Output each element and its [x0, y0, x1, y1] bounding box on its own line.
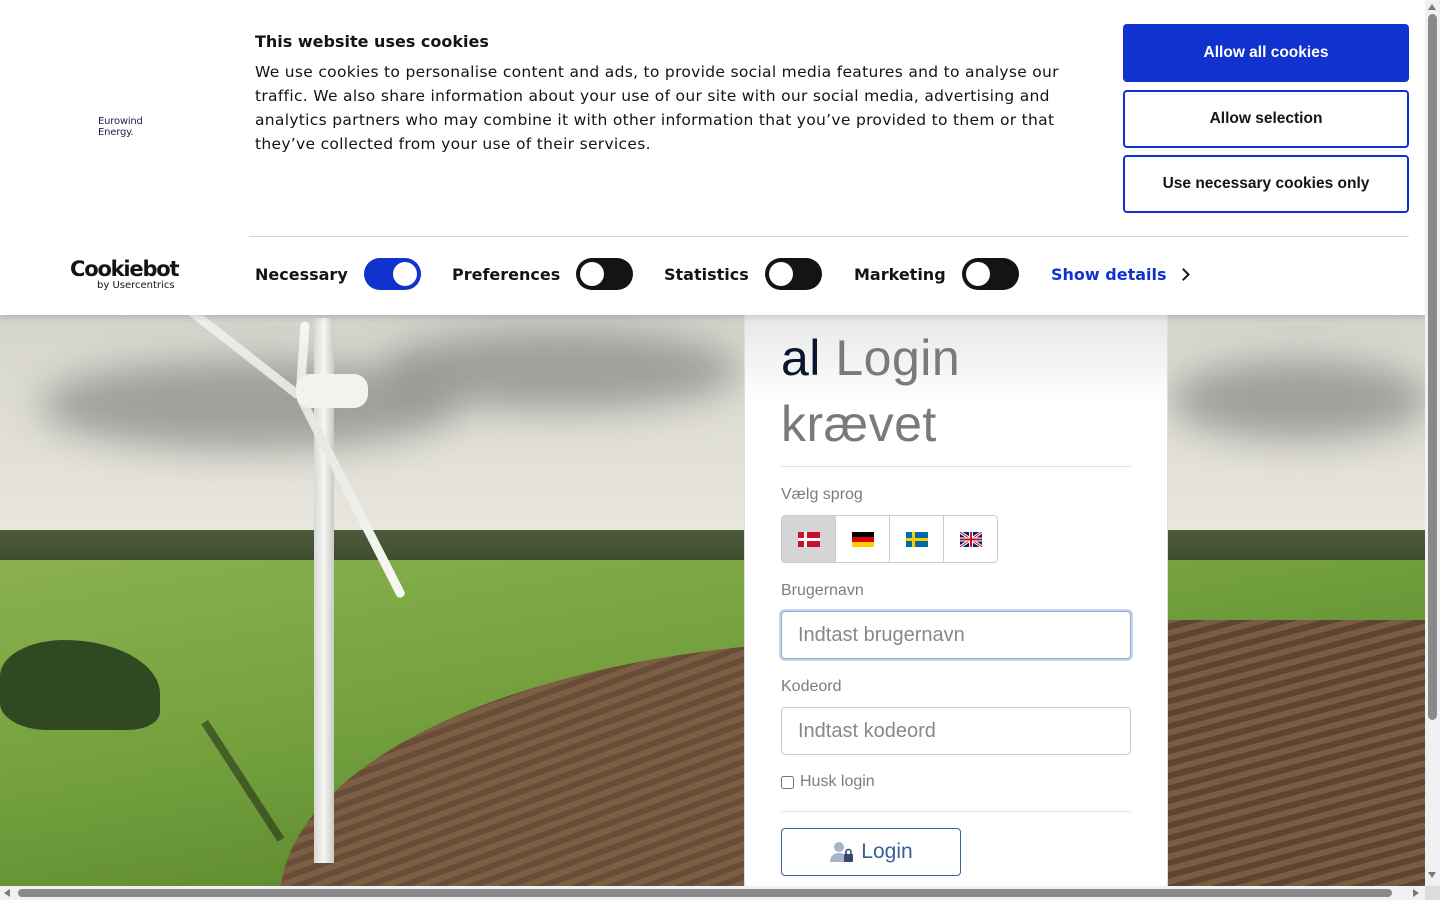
- eurowind-logo: Eurowind Energy.: [98, 116, 143, 138]
- title-rest: Login: [835, 330, 961, 386]
- language-label: Vælg sprog: [781, 486, 863, 503]
- cookiebot-subtitle: by Usercentrics: [97, 280, 175, 291]
- language-sv[interactable]: [890, 516, 944, 562]
- vertical-scrollbar[interactable]: [1425, 0, 1440, 886]
- toggle-label: Necessary: [255, 264, 348, 284]
- cloud: [1170, 360, 1425, 440]
- toggle-label: Marketing: [854, 264, 946, 284]
- toggle-marketing[interactable]: Marketing: [854, 258, 1019, 290]
- title-rest: krævet: [781, 396, 937, 452]
- brand-line: Eurowind: [98, 116, 143, 127]
- toggle-statistics[interactable]: Statistics: [664, 258, 822, 290]
- language-da[interactable]: [782, 516, 836, 562]
- cookie-banner: Eurowind Energy. This website uses cooki…: [0, 0, 1425, 315]
- divider: [781, 811, 1131, 812]
- uk-flag-icon: [959, 531, 982, 547]
- login-button[interactable]: Login: [781, 828, 961, 876]
- language-de[interactable]: [836, 516, 890, 562]
- login-button-label: Login: [861, 840, 913, 863]
- scroll-up-icon[interactable]: [1428, 4, 1436, 10]
- swedish-flag-icon: [905, 531, 928, 547]
- statistics-switch[interactable]: [764, 258, 822, 290]
- horizontal-scroll-thumb[interactable]: [18, 889, 1392, 897]
- german-flag-icon: [851, 531, 874, 547]
- ploughed-field: [1160, 620, 1425, 886]
- password-label: Kodeord: [781, 678, 842, 695]
- toggle-necessary[interactable]: Necessary: [255, 258, 421, 290]
- user-lock-icon: [830, 842, 854, 862]
- cookie-title: This website uses cookies: [255, 32, 489, 51]
- scroll-left-icon[interactable]: [4, 889, 10, 897]
- remember-login[interactable]: Husk login: [781, 773, 875, 791]
- danish-flag-icon: [797, 531, 820, 547]
- necessary-switch[interactable]: [363, 258, 421, 290]
- scroll-down-icon[interactable]: [1428, 872, 1436, 878]
- necessary-only-button[interactable]: Use necessary cookies only: [1123, 155, 1409, 213]
- switch-knob: [580, 262, 605, 286]
- remember-checkbox[interactable]: [781, 775, 794, 789]
- switch-knob: [965, 262, 990, 286]
- chevron-right-icon: [1176, 268, 1190, 281]
- username-label: Brugernavn: [781, 582, 864, 599]
- allow-selection-button[interactable]: Allow selection: [1123, 90, 1409, 148]
- preferences-switch[interactable]: [576, 258, 634, 290]
- scroll-right-icon[interactable]: [1413, 889, 1419, 897]
- cookiebot-logo: Cookiebot by Usercentrics: [70, 257, 180, 291]
- cookie-description: We use cookies to personalise content an…: [255, 63, 1059, 153]
- turbine-nacelle: [296, 374, 368, 408]
- toggle-preferences[interactable]: Preferences: [452, 258, 634, 290]
- brand-line: Energy.: [98, 127, 134, 138]
- show-details-link[interactable]: Show details: [1051, 265, 1190, 284]
- divider: [781, 466, 1131, 467]
- language-en[interactable]: [944, 516, 997, 562]
- horizontal-scrollbar[interactable]: [0, 886, 1425, 900]
- switch-knob: [392, 262, 417, 286]
- marketing-switch[interactable]: [961, 258, 1019, 290]
- scrollbar-corner: [1425, 886, 1440, 900]
- language-selector: [781, 515, 998, 563]
- login-title: al Login krævet: [781, 325, 1141, 457]
- title-strong: al: [781, 330, 821, 386]
- vertical-scroll-thumb[interactable]: [1428, 14, 1437, 720]
- cloud: [380, 330, 740, 410]
- username-input[interactable]: [781, 611, 1131, 659]
- login-card: al Login krævet Vælg sprog Brugernavn In…: [744, 315, 1168, 886]
- allow-all-button[interactable]: Allow all cookies: [1123, 24, 1409, 82]
- switch-knob: [768, 262, 793, 286]
- show-details-label: Show details: [1051, 265, 1167, 284]
- divider: [249, 236, 1409, 237]
- remember-label: Husk login: [800, 773, 875, 790]
- password-input[interactable]: [781, 707, 1131, 755]
- cookiebot-wordmark: Cookiebot: [70, 257, 180, 281]
- toggle-label: Statistics: [664, 264, 749, 284]
- toggle-label: Preferences: [452, 264, 561, 284]
